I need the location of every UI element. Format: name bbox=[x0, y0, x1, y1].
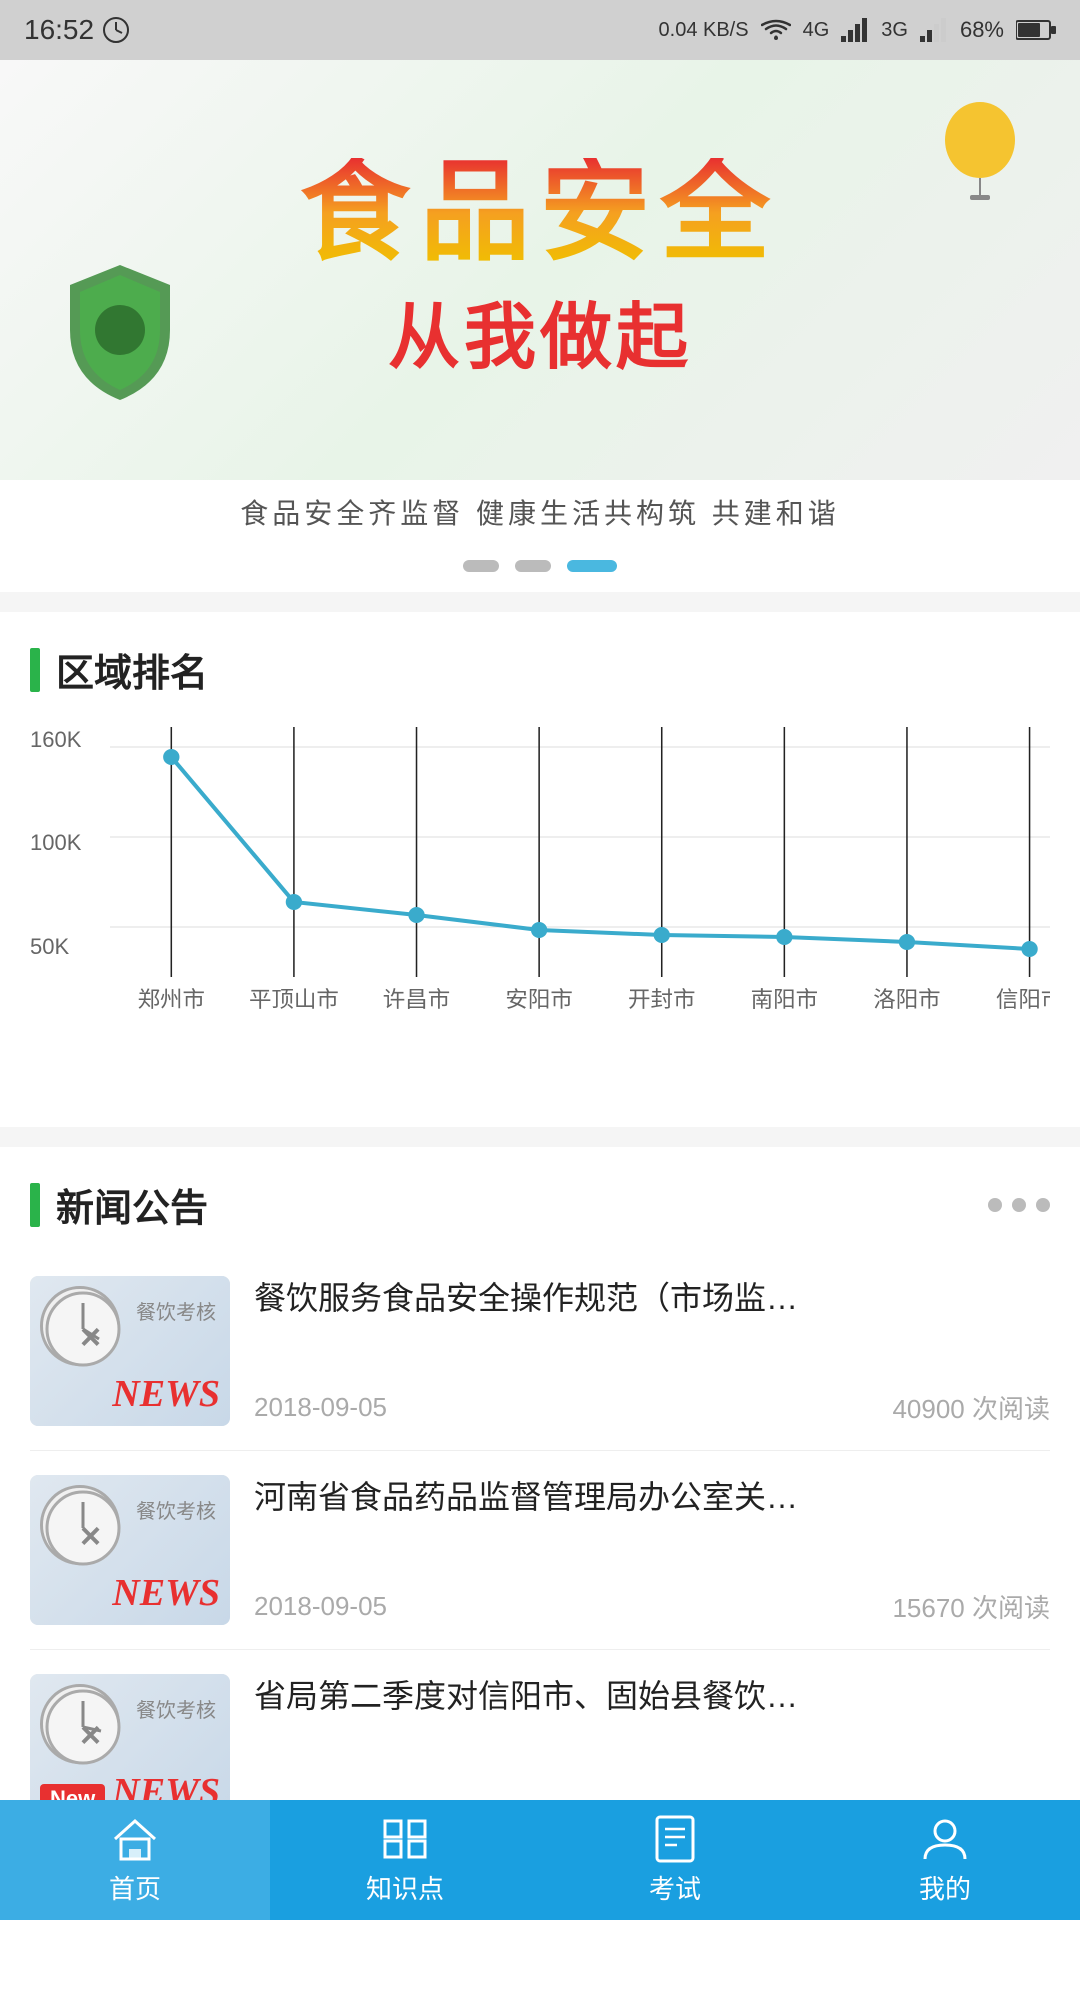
banner-section: 食品安全 从我做起 食品安全齐监督 健康生活共构筑 共建和谐 bbox=[0, 60, 1080, 592]
3g-signal: 3G bbox=[881, 19, 908, 42]
news-reads-2: 15670 次阅读 bbox=[892, 1588, 1050, 1625]
banner-subtitle: 从我做起 bbox=[300, 278, 780, 383]
news-header: 新闻公告 bbox=[30, 1177, 1050, 1232]
news-date-1: 2018-09-05 bbox=[254, 1392, 387, 1423]
grid-icon bbox=[381, 1815, 429, 1863]
news-date-2: 2018-09-05 bbox=[254, 1591, 387, 1622]
news-title-bar bbox=[30, 1183, 40, 1227]
balloon-icon bbox=[940, 100, 1020, 200]
nav-home-label: 首页 bbox=[109, 1869, 161, 1906]
signal-bars-3g-icon bbox=[920, 18, 948, 42]
news-reads-1: 40900 次阅读 bbox=[892, 1389, 1050, 1426]
status-right: 0.04 KB/S 4G 3G 68% bbox=[659, 17, 1056, 43]
time-display: 16:52 bbox=[24, 14, 94, 46]
dot-1[interactable] bbox=[463, 560, 499, 572]
chart-y-labels: 160K 100K 50K bbox=[30, 727, 81, 1047]
news-item-2[interactable]: × NEWS 餐饮考核 河南省食品药品监督管理局办公室关… 2018-09-05… bbox=[30, 1451, 1050, 1650]
nav-knowledge[interactable]: 知识点 bbox=[270, 1800, 540, 1920]
wifi-icon bbox=[761, 19, 791, 41]
banner-main-title: 食品安全 bbox=[300, 158, 780, 268]
news-more-dots[interactable] bbox=[988, 1198, 1050, 1212]
banner-tagline: 食品安全齐监督 健康生活共构筑 共建和谐 bbox=[240, 498, 840, 529]
signal-bars-icon bbox=[841, 18, 869, 42]
profile-icon bbox=[921, 1815, 969, 1863]
nav-profile[interactable]: 我的 bbox=[810, 1800, 1080, 1920]
nav-knowledge-label: 知识点 bbox=[366, 1869, 444, 1906]
nav-profile-label: 我的 bbox=[919, 1869, 971, 1906]
dot-2[interactable] bbox=[515, 560, 551, 572]
news-title-3: 省局第二季度对信阳市、固始县餐饮… bbox=[254, 1674, 1050, 1719]
exam-icon bbox=[651, 1815, 699, 1863]
news-title-2: 河南省食品药品监督管理局办公室关… bbox=[254, 1475, 1050, 1520]
news-meta-2: 2018-09-05 15670 次阅读 bbox=[254, 1588, 1050, 1625]
chart-svg: 郑州市 平顶山市 许昌市 安阳市 开封市 南阳市 洛阳市 信阳市 bbox=[110, 727, 1050, 1047]
svg-text:开封市: 开封市 bbox=[628, 987, 695, 1012]
more-dot-3 bbox=[1036, 1198, 1050, 1212]
status-time: 16:52 bbox=[24, 14, 130, 46]
svg-text:南阳市: 南阳市 bbox=[751, 987, 818, 1012]
battery-percent: 68% bbox=[960, 17, 1004, 43]
svg-text:安阳市: 安阳市 bbox=[505, 987, 572, 1012]
news-thumb-2: × NEWS 餐饮考核 bbox=[30, 1475, 230, 1625]
dot-3[interactable] bbox=[567, 560, 617, 572]
news-thumb-1: × NEWS 餐饮考核 bbox=[30, 1276, 230, 1426]
nav-exam-label: 考试 bbox=[649, 1869, 701, 1906]
banner-image[interactable]: 食品安全 从我做起 bbox=[0, 60, 1080, 480]
nav-exam[interactable]: 考试 bbox=[540, 1800, 810, 1920]
battery-icon bbox=[1016, 19, 1056, 41]
news-title-1: 餐饮服务食品安全操作规范（市场监… bbox=[254, 1276, 1050, 1321]
svg-text:信阳市: 信阳市 bbox=[996, 987, 1050, 1012]
region-ranking-section: 区域排名 160K 100K 50K bbox=[0, 612, 1080, 1127]
region-chart: 160K 100K 50K bbox=[30, 727, 1050, 1107]
svg-text:平顶山市: 平顶山市 bbox=[249, 987, 339, 1012]
status-bar: 16:52 0.04 KB/S 4G 3G 68% bbox=[0, 0, 1080, 60]
more-dot-2 bbox=[1012, 1198, 1026, 1212]
clock-icon bbox=[102, 16, 130, 44]
news-meta-1: 2018-09-05 40900 次阅读 bbox=[254, 1389, 1050, 1426]
nav-home[interactable]: 首页 bbox=[0, 1800, 270, 1920]
svg-text:许昌市: 许昌市 bbox=[383, 987, 450, 1012]
bottom-nav: 首页 知识点 考试 bbox=[0, 1800, 1080, 1920]
svg-text:洛阳市: 洛阳市 bbox=[873, 987, 940, 1012]
title-bar-icon bbox=[30, 648, 40, 692]
news-item-1[interactable]: × NEWS 餐饮考核 餐饮服务食品安全操作规范（市场监… 2018-09-05… bbox=[30, 1252, 1050, 1451]
banner-dots bbox=[0, 540, 1080, 592]
news-content-2: 河南省食品药品监督管理局办公室关… 2018-09-05 15670 次阅读 bbox=[254, 1475, 1050, 1625]
4g-signal: 4G bbox=[803, 19, 830, 42]
home-icon bbox=[111, 1815, 159, 1863]
more-dot-1 bbox=[988, 1198, 1002, 1212]
svg-text:郑州市: 郑州市 bbox=[138, 987, 205, 1012]
news-content-1: 餐饮服务食品安全操作规范（市场监… 2018-09-05 40900 次阅读 bbox=[254, 1276, 1050, 1426]
section-title-ranking: 区域排名 bbox=[30, 642, 1050, 697]
network-speed: 0.04 KB/S bbox=[659, 19, 749, 42]
shield-icon bbox=[60, 260, 180, 400]
news-section-title: 新闻公告 bbox=[30, 1177, 208, 1232]
